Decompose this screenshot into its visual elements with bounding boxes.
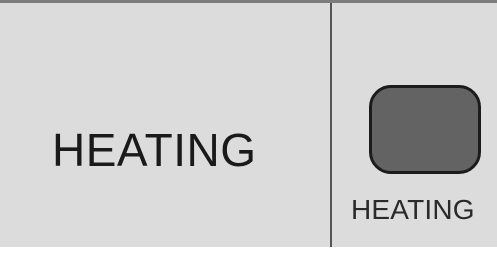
heating-indicator-button[interactable] bbox=[369, 85, 481, 174]
heating-panel: HEATING HEATING bbox=[0, 0, 497, 255]
bottom-strip bbox=[0, 247, 497, 255]
heating-indicator-caption: HEATING bbox=[351, 194, 475, 225]
mode-label: HEATING bbox=[52, 124, 257, 176]
